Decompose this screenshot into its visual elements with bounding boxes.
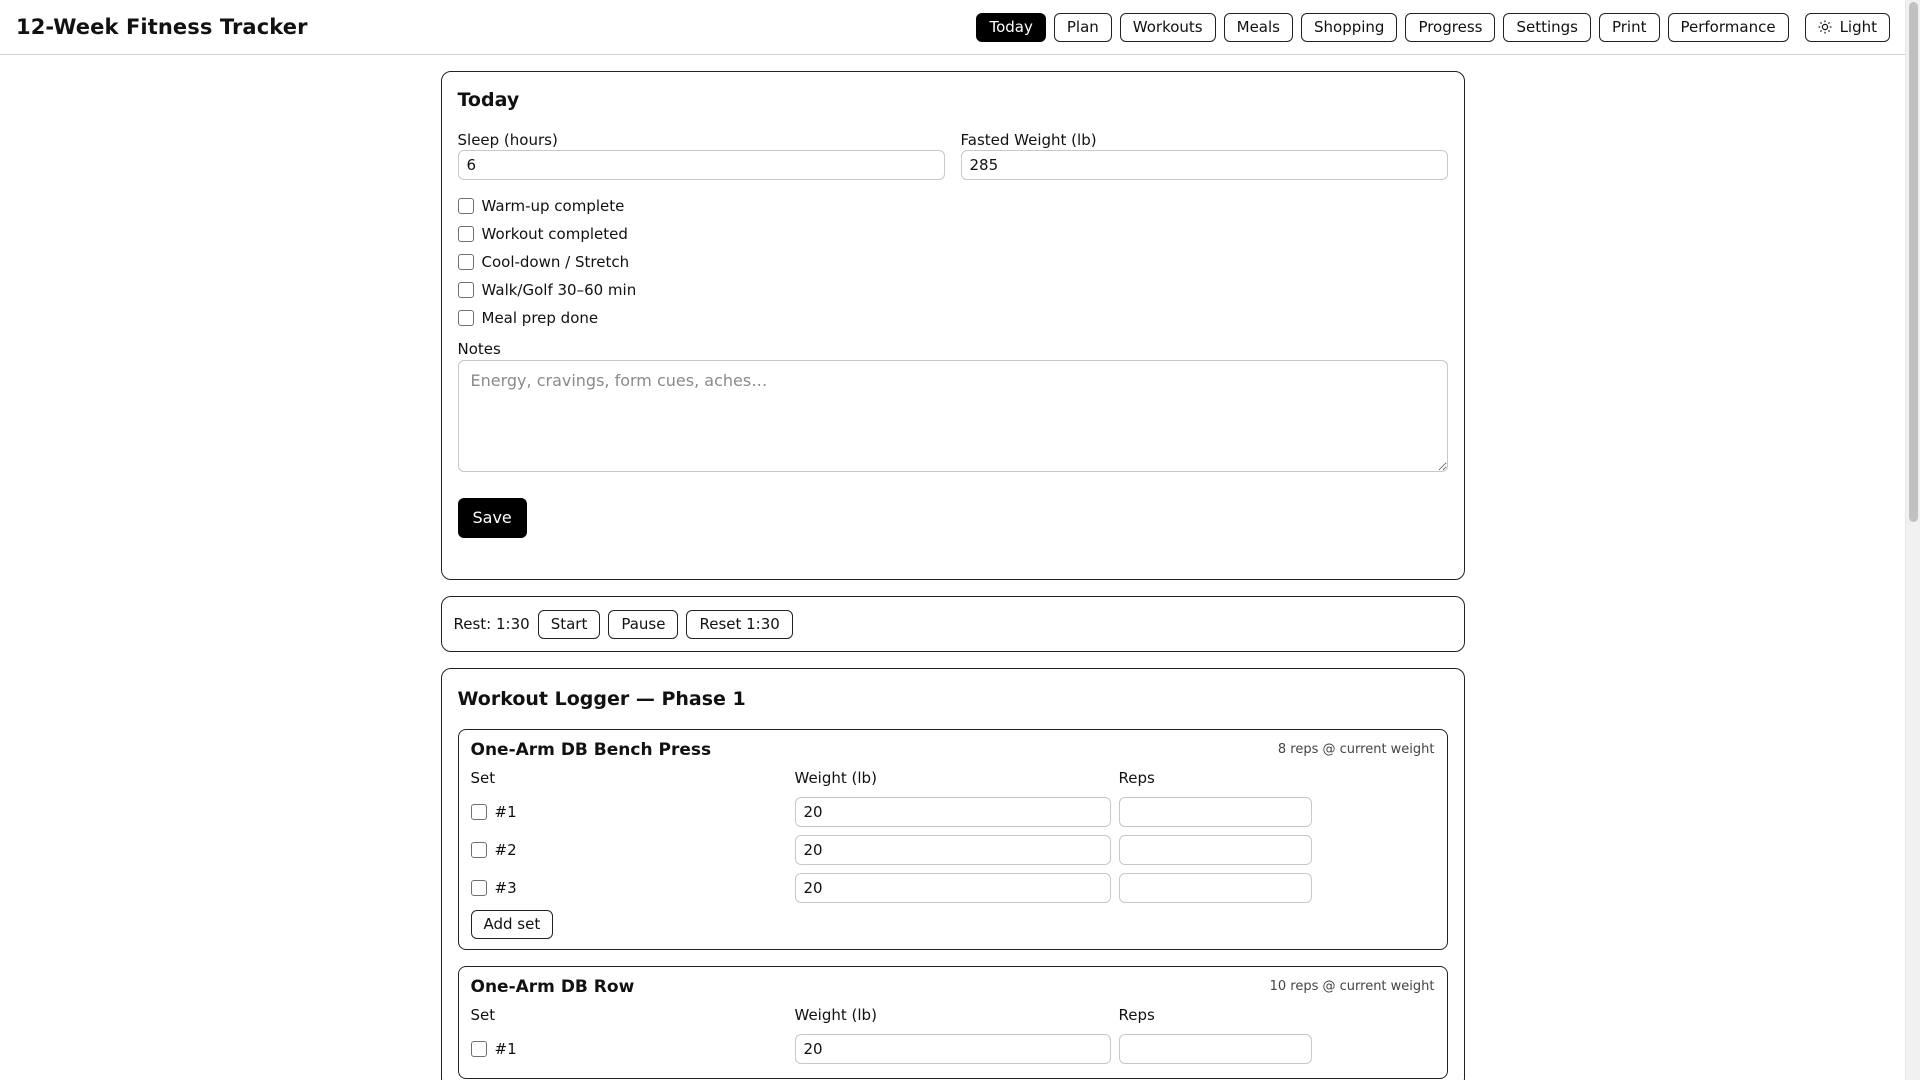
set-done-checkbox[interactable] [470,1040,487,1057]
set-reps-input[interactable] [1118,834,1312,865]
workout-checkbox[interactable] [457,225,474,242]
set-number: #3 [494,878,517,897]
set-number: #1 [494,1039,517,1058]
set-reps-cell [1118,793,1312,831]
nav-shopping-button[interactable]: Shopping [1300,12,1398,42]
sun-icon [1818,20,1832,34]
nav-today-button[interactable]: Today [976,12,1046,42]
exercise-header: One-Arm DB Bench Press 8 reps @ current … [471,740,1435,760]
set-row-label: #1 [470,1030,795,1068]
checklist-item-label: Workout completed [481,224,628,243]
checklist-item-walk[interactable]: Walk/Golf 30–60 min [457,276,1448,304]
top-bar: 12-Week Fitness Tracker Today Plan Worko… [0,0,1905,55]
set-done-checkbox[interactable] [470,803,487,820]
set-table: Set Weight (lb) Reps #1 [470,1005,1435,1068]
set-number: #1 [494,802,517,821]
weight-column-header: Weight (lb) [794,1005,877,1024]
checklist-item-label: Meal prep done [481,308,599,327]
exercise-name: One-Arm DB Bench Press [470,739,712,760]
main-content: Today Sleep (hours) Fasted Weight (lb) W… [440,71,1465,1080]
set-weight-cell [794,793,1119,831]
theme-toggle-label: Light [1839,18,1877,36]
set-column-header: Set [470,1005,496,1024]
nav-plan-button[interactable]: Plan [1053,12,1112,42]
set-weight-cell [794,831,1119,869]
today-title: Today [457,89,520,111]
set-reps-input[interactable] [1118,796,1312,827]
set-reps-cell [1118,831,1312,869]
nav-settings-button[interactable]: Settings [1503,12,1591,42]
notes-textarea[interactable] [457,359,1448,472]
nav-progress-button[interactable]: Progress [1405,12,1496,42]
scrollbar-thumb[interactable] [1909,2,1918,522]
set-row-label: #2 [470,831,795,869]
page-scrollbar[interactable] [1905,0,1920,1080]
exercise-name: One-Arm DB Row [470,976,635,997]
weight-input[interactable] [960,149,1448,180]
save-button[interactable]: Save [457,497,527,538]
logger-title: Workout Logger — Phase 1 [457,688,746,710]
today-fields: Sleep (hours) Fasted Weight (lb) [457,130,1448,180]
add-set-button[interactable]: Add set [470,909,554,939]
sleep-field: Sleep (hours) [457,130,945,180]
nav-meals-button[interactable]: Meals [1223,12,1293,42]
set-done-checkbox[interactable] [470,879,487,896]
exercise-hint: 10 reps @ current weight [1269,979,1435,995]
set-row-label: #1 [470,793,795,831]
sleep-input[interactable] [457,149,945,180]
timer-start-button[interactable]: Start [537,609,601,639]
today-card: Today Sleep (hours) Fasted Weight (lb) W… [440,71,1465,580]
set-row-label: #3 [470,869,795,907]
set-weight-input[interactable] [794,834,1111,865]
weight-label: Fasted Weight (lb) [960,130,1097,149]
set-reps-input[interactable] [1118,872,1312,903]
cooldown-checkbox[interactable] [457,253,474,270]
checklist-item-label: Walk/Golf 30–60 min [481,280,637,299]
set-number: #2 [494,840,517,859]
walk-checkbox[interactable] [457,281,474,298]
set-weight-input[interactable] [794,796,1111,827]
set-table: Set Weight (lb) Reps #1 # [470,768,1435,907]
nav-performance-button[interactable]: Performance [1667,12,1789,42]
set-column-header: Set [470,768,496,787]
set-weight-input[interactable] [794,1033,1111,1064]
app-title: 12-Week Fitness Tracker [16,15,308,39]
nav-workouts-button[interactable]: Workouts [1119,12,1216,42]
timer-pause-button[interactable]: Pause [608,609,679,639]
set-done-checkbox[interactable] [470,841,487,858]
checklist-item-label: Warm-up complete [481,196,625,215]
exercise-card: One-Arm DB Row 10 reps @ current weight … [457,965,1448,1079]
sleep-label: Sleep (hours) [457,130,558,149]
timer-reset-button[interactable]: Reset 1:30 [686,609,793,639]
checklist-item-mealprep[interactable]: Meal prep done [457,304,1448,332]
main-nav: Today Plan Workouts Meals Shopping Progr… [976,12,1890,42]
exercise-hint: 8 reps @ current weight [1277,742,1435,758]
warmup-checkbox[interactable] [457,197,474,214]
checklist-item-workout[interactable]: Workout completed [457,220,1448,248]
theme-toggle-button[interactable]: Light [1804,12,1890,42]
mealprep-checkbox[interactable] [457,309,474,326]
set-reps-cell [1118,1030,1312,1068]
checklist-item-label: Cool-down / Stretch [481,252,630,271]
nav-print-button[interactable]: Print [1598,12,1660,42]
checklist-item-cooldown[interactable]: Cool-down / Stretch [457,248,1448,276]
daily-checklist: Warm-up complete Workout completed Cool-… [457,192,1448,332]
set-reps-input[interactable] [1118,1033,1312,1064]
set-weight-input[interactable] [794,872,1111,903]
rest-timer-display: Rest: 1:30 [453,615,530,633]
set-weight-cell [794,1030,1119,1068]
reps-column-header: Reps [1118,1005,1155,1024]
rest-timer-card: Rest: 1:30 Start Pause Reset 1:30 [440,596,1465,652]
weight-column-header: Weight (lb) [794,768,877,787]
exercise-header: One-Arm DB Row 10 reps @ current weight [471,977,1435,997]
notes-label: Notes [457,339,501,358]
reps-column-header: Reps [1118,768,1155,787]
checklist-item-warmup[interactable]: Warm-up complete [457,192,1448,220]
workout-logger-card: Workout Logger — Phase 1 One-Arm DB Benc… [440,668,1465,1080]
set-weight-cell [794,869,1119,907]
weight-field: Fasted Weight (lb) [960,130,1448,180]
set-reps-cell [1118,869,1312,907]
exercise-card: One-Arm DB Bench Press 8 reps @ current … [457,728,1448,950]
